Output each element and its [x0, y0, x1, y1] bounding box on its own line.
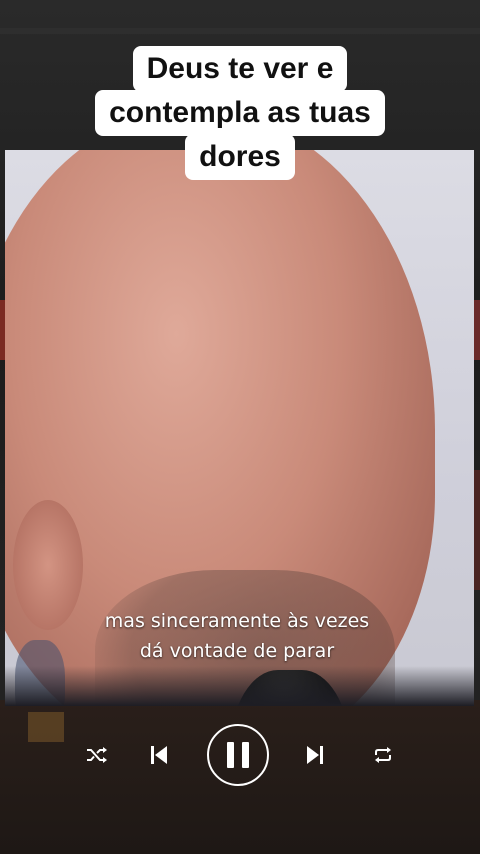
repeat-button[interactable] — [366, 722, 400, 788]
player-controls — [0, 722, 480, 788]
play-pause-button[interactable] — [206, 722, 270, 788]
repeat-icon — [375, 747, 391, 763]
person-shirt — [5, 666, 474, 706]
overlay-title: Deus te ver e contempla as tuas dores — [0, 46, 480, 180]
title-line-2: contempla as tuas — [95, 90, 385, 136]
skip-previous-icon — [151, 746, 167, 764]
skip-next-icon — [307, 746, 323, 764]
previous-button[interactable] — [142, 722, 176, 788]
next-button[interactable] — [298, 722, 332, 788]
title-line-1: Deus te ver e — [132, 46, 348, 92]
subtitle-line-1: mas sinceramente às vezes — [104, 610, 370, 632]
title-line-3: dores — [185, 134, 295, 180]
subtitle-line-2: dá vontade de parar — [139, 640, 335, 662]
video-subtitle: mas sinceramente às vezes dá vontade de … — [0, 606, 474, 666]
pause-icon — [207, 724, 269, 786]
shuffle-icon — [87, 747, 107, 763]
shuffle-button[interactable] — [80, 722, 114, 788]
